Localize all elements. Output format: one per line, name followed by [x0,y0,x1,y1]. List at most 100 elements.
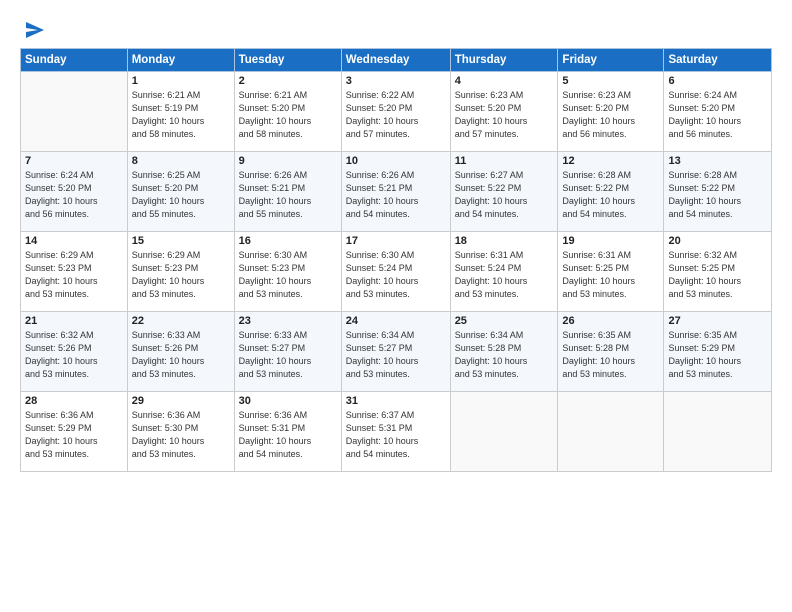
calendar-cell: 9 Sunrise: 6:26 AM Sunset: 5:21 PM Daylig… [234,152,341,232]
day-number: 25 [455,315,554,327]
calendar-cell: 26 Sunrise: 6:35 AM Sunset: 5:28 PM Dayli… [558,312,664,392]
calendar-cell: 5 Sunrise: 6:23 AM Sunset: 5:20 PM Daylig… [558,72,664,152]
logo [20,20,44,42]
day-number: 8 [132,155,230,167]
day-info: Sunrise: 6:28 AM Sunset: 5:22 PM Dayligh… [668,169,767,221]
week-row-5: 28 Sunrise: 6:36 AM Sunset: 5:29 PM Dayli… [21,392,772,472]
day-info: Sunrise: 6:34 AM Sunset: 5:27 PM Dayligh… [346,329,446,381]
calendar-cell: 2Sunrise: 6:21 AM Sunset: 5:20 PM Daylig… [234,72,341,152]
day-info: Sunrise: 6:25 AM Sunset: 5:20 PM Dayligh… [132,169,230,221]
calendar-header-row: SundayMondayTuesdayWednesdayThursdayFrid… [21,49,772,72]
day-number: 17 [346,235,446,247]
day-info: Sunrise: 6:36 AM Sunset: 5:30 PM Dayligh… [132,409,230,461]
day-number: 23 [239,315,337,327]
day-info: Sunrise: 6:23 AM Sunset: 5:20 PM Dayligh… [455,89,554,141]
day-number: 28 [25,395,123,407]
col-header-monday: Monday [127,49,234,72]
week-row-3: 14 Sunrise: 6:29 AM Sunset: 5:23 PM Dayli… [21,232,772,312]
day-info: Sunrise: 6:29 AM Sunset: 5:23 PM Dayligh… [132,249,230,301]
calendar-cell: 17 Sunrise: 6:30 AM Sunset: 5:24 PM Dayli… [341,232,450,312]
col-header-sunday: Sunday [21,49,128,72]
calendar-cell: 1 Sunrise: 6:21 AM Sunset: 5:19 PM Daylig… [127,72,234,152]
calendar-cell: 20Sunrise: 6:32 AM Sunset: 5:25 PM Dayli… [664,232,772,312]
day-number: 1 [132,75,230,87]
calendar-cell: 13 Sunrise: 6:28 AM Sunset: 5:22 PM Dayli… [664,152,772,232]
day-info: Sunrise: 6:35 AM Sunset: 5:28 PM Dayligh… [562,329,659,381]
day-number: 13 [668,155,767,167]
day-number: 2 [239,75,337,87]
day-info: Sunrise: 6:33 AM Sunset: 5:26 PM Dayligh… [132,329,230,381]
day-info: Sunrise: 6:36 AM Sunset: 5:31 PM Dayligh… [239,409,337,461]
day-number: 3 [346,75,446,87]
day-number: 24 [346,315,446,327]
day-number: 10 [346,155,446,167]
day-number: 6 [668,75,767,87]
calendar-cell: 8 Sunrise: 6:25 AM Sunset: 5:20 PM Daylig… [127,152,234,232]
day-number: 19 [562,235,659,247]
day-info: Sunrise: 6:30 AM Sunset: 5:23 PM Dayligh… [239,249,337,301]
calendar-cell: 18 Sunrise: 6:31 AM Sunset: 5:24 PM Dayli… [450,232,558,312]
calendar-cell [450,392,558,472]
day-info: Sunrise: 6:35 AM Sunset: 5:29 PM Dayligh… [668,329,767,381]
day-number: 7 [25,155,123,167]
day-info: Sunrise: 6:29 AM Sunset: 5:23 PM Dayligh… [25,249,123,301]
day-number: 21 [25,315,123,327]
day-number: 11 [455,155,554,167]
day-info: Sunrise: 6:21 AM Sunset: 5:19 PM Dayligh… [132,89,230,141]
calendar-cell: 14 Sunrise: 6:29 AM Sunset: 5:23 PM Dayli… [21,232,128,312]
calendar-cell: 24 Sunrise: 6:34 AM Sunset: 5:27 PM Dayli… [341,312,450,392]
day-number: 27 [668,315,767,327]
calendar-cell: 28 Sunrise: 6:36 AM Sunset: 5:29 PM Dayli… [21,392,128,472]
day-number: 16 [239,235,337,247]
day-number: 31 [346,395,446,407]
day-info: Sunrise: 6:31 AM Sunset: 5:24 PM Dayligh… [455,249,554,301]
day-number: 15 [132,235,230,247]
day-number: 22 [132,315,230,327]
day-number: 26 [562,315,659,327]
week-row-4: 21 Sunrise: 6:32 AM Sunset: 5:26 PM Dayli… [21,312,772,392]
logo-icon [22,20,44,42]
day-info: Sunrise: 6:34 AM Sunset: 5:28 PM Dayligh… [455,329,554,381]
day-info: Sunrise: 6:36 AM Sunset: 5:29 PM Dayligh… [25,409,123,461]
day-number: 5 [562,75,659,87]
col-header-tuesday: Tuesday [234,49,341,72]
day-info: Sunrise: 6:26 AM Sunset: 5:21 PM Dayligh… [346,169,446,221]
calendar-cell: 6 Sunrise: 6:24 AM Sunset: 5:20 PM Daylig… [664,72,772,152]
day-info: Sunrise: 6:26 AM Sunset: 5:21 PM Dayligh… [239,169,337,221]
calendar-cell: 21 Sunrise: 6:32 AM Sunset: 5:26 PM Dayli… [21,312,128,392]
day-info: Sunrise: 6:30 AM Sunset: 5:24 PM Dayligh… [346,249,446,301]
day-info: Sunrise: 6:23 AM Sunset: 5:20 PM Dayligh… [562,89,659,141]
day-number: 9 [239,155,337,167]
day-info: Sunrise: 6:27 AM Sunset: 5:22 PM Dayligh… [455,169,554,221]
col-header-saturday: Saturday [664,49,772,72]
day-info: Sunrise: 6:24 AM Sunset: 5:20 PM Dayligh… [25,169,123,221]
day-info: Sunrise: 6:33 AM Sunset: 5:27 PM Dayligh… [239,329,337,381]
day-info: Sunrise: 6:24 AM Sunset: 5:20 PM Dayligh… [668,89,767,141]
day-info: Sunrise: 6:37 AM Sunset: 5:31 PM Dayligh… [346,409,446,461]
day-info: Sunrise: 6:31 AM Sunset: 5:25 PM Dayligh… [562,249,659,301]
col-header-thursday: Thursday [450,49,558,72]
calendar-table: SundayMondayTuesdayWednesdayThursdayFrid… [20,48,772,472]
day-number: 29 [132,395,230,407]
calendar-cell [664,392,772,472]
header [20,16,772,42]
calendar-cell: 7 Sunrise: 6:24 AM Sunset: 5:20 PM Daylig… [21,152,128,232]
calendar-cell: 31 Sunrise: 6:37 AM Sunset: 5:31 PM Dayli… [341,392,450,472]
col-header-wednesday: Wednesday [341,49,450,72]
col-header-friday: Friday [558,49,664,72]
day-number: 12 [562,155,659,167]
calendar-cell: 16 Sunrise: 6:30 AM Sunset: 5:23 PM Dayli… [234,232,341,312]
calendar-cell: 30 Sunrise: 6:36 AM Sunset: 5:31 PM Dayli… [234,392,341,472]
day-number: 14 [25,235,123,247]
week-row-2: 7 Sunrise: 6:24 AM Sunset: 5:20 PM Daylig… [21,152,772,232]
page: SundayMondayTuesdayWednesdayThursdayFrid… [0,0,792,612]
calendar-cell: 3Sunrise: 6:22 AM Sunset: 5:20 PM Daylig… [341,72,450,152]
calendar-cell: 29 Sunrise: 6:36 AM Sunset: 5:30 PM Dayli… [127,392,234,472]
calendar-cell: 25 Sunrise: 6:34 AM Sunset: 5:28 PM Dayli… [450,312,558,392]
day-info: Sunrise: 6:32 AM Sunset: 5:26 PM Dayligh… [25,329,123,381]
calendar-cell: 12Sunrise: 6:28 AM Sunset: 5:22 PM Dayli… [558,152,664,232]
day-number: 30 [239,395,337,407]
calendar-cell: 15 Sunrise: 6:29 AM Sunset: 5:23 PM Dayli… [127,232,234,312]
day-number: 18 [455,235,554,247]
calendar-cell: 10 Sunrise: 6:26 AM Sunset: 5:21 PM Dayli… [341,152,450,232]
